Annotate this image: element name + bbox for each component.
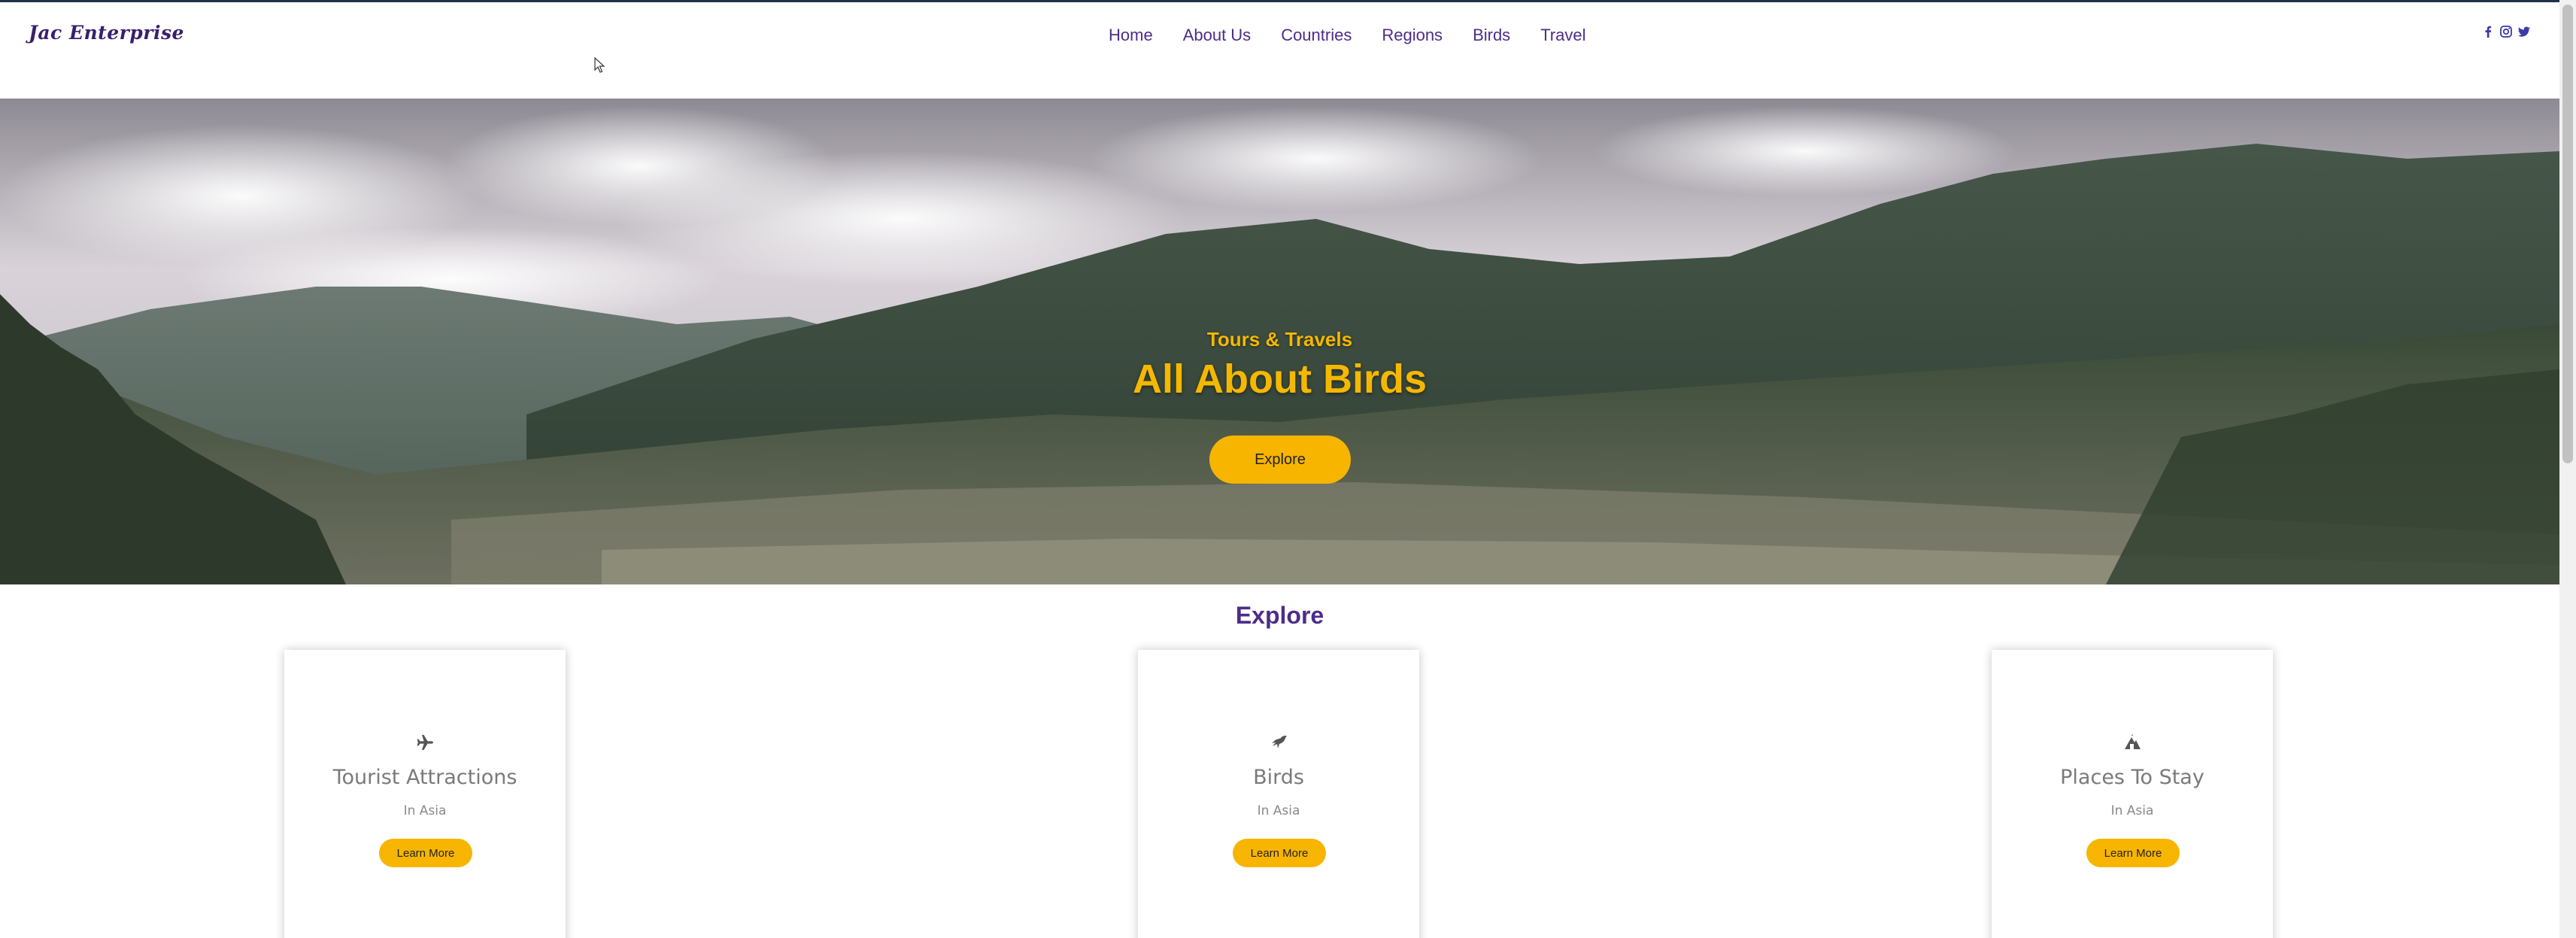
nav-link-about-us[interactable]: About Us [1183,26,1252,45]
card-subtitle: In Asia [1257,803,1300,818]
card-title: Birds [1253,766,1304,789]
card-title: Tourist Attractions [332,766,517,789]
hotel-icon [2125,734,2141,749]
card-subtitle: In Asia [403,803,447,818]
social-links [2481,25,2531,38]
card-subtitle: In Asia [2110,803,2154,818]
learn-more-button[interactable]: Learn More [379,839,472,867]
hero-subtitle: Tours & Travels [1206,328,1353,351]
scrollbar-thumb[interactable] [2562,5,2573,463]
learn-more-button[interactable]: Learn More [1233,839,1326,867]
nav-link-home[interactable]: Home [1109,26,1153,45]
card-birds: Birds In Asia Learn More [1138,650,1419,938]
learn-more-button[interactable]: Learn More [2086,839,2180,867]
facebook-icon[interactable] [2481,25,2495,38]
brand-logo[interactable]: Jac Enterprise [29,22,184,44]
nav-link-countries[interactable]: Countries [1281,26,1352,45]
card-title: Places To Stay [2060,766,2204,789]
nav-menu: Home About Us Countries Regions Birds Tr… [1109,26,1616,45]
nav-link-regions[interactable]: Regions [1382,26,1443,45]
plane-icon [417,735,433,750]
twitter-icon[interactable] [2517,25,2531,38]
bird-icon [1272,736,1287,748]
explore-heading: Explore [1235,602,1324,629]
navbar: Jac Enterprise Home About Us Countries R… [0,2,2559,99]
card-tourist-attractions: Tourist Attractions In Asia Learn More [284,650,566,938]
hero-banner: Tours & Travels All About Birds Explore [0,99,2559,584]
nav-link-birds[interactable]: Birds [1473,26,1510,45]
card-places-to-stay: Places To Stay In Asia Learn More [1992,650,2273,938]
mouse-cursor-icon [594,57,605,73]
explore-button[interactable]: Explore [1209,436,1351,484]
page: Jac Enterprise Home About Us Countries R… [0,0,2576,938]
nav-link-travel[interactable]: Travel [1540,26,1585,45]
page-scrollbar[interactable] [2559,0,2576,938]
instagram-icon[interactable] [2499,25,2513,38]
hero-title: All About Birds [1133,357,1427,402]
